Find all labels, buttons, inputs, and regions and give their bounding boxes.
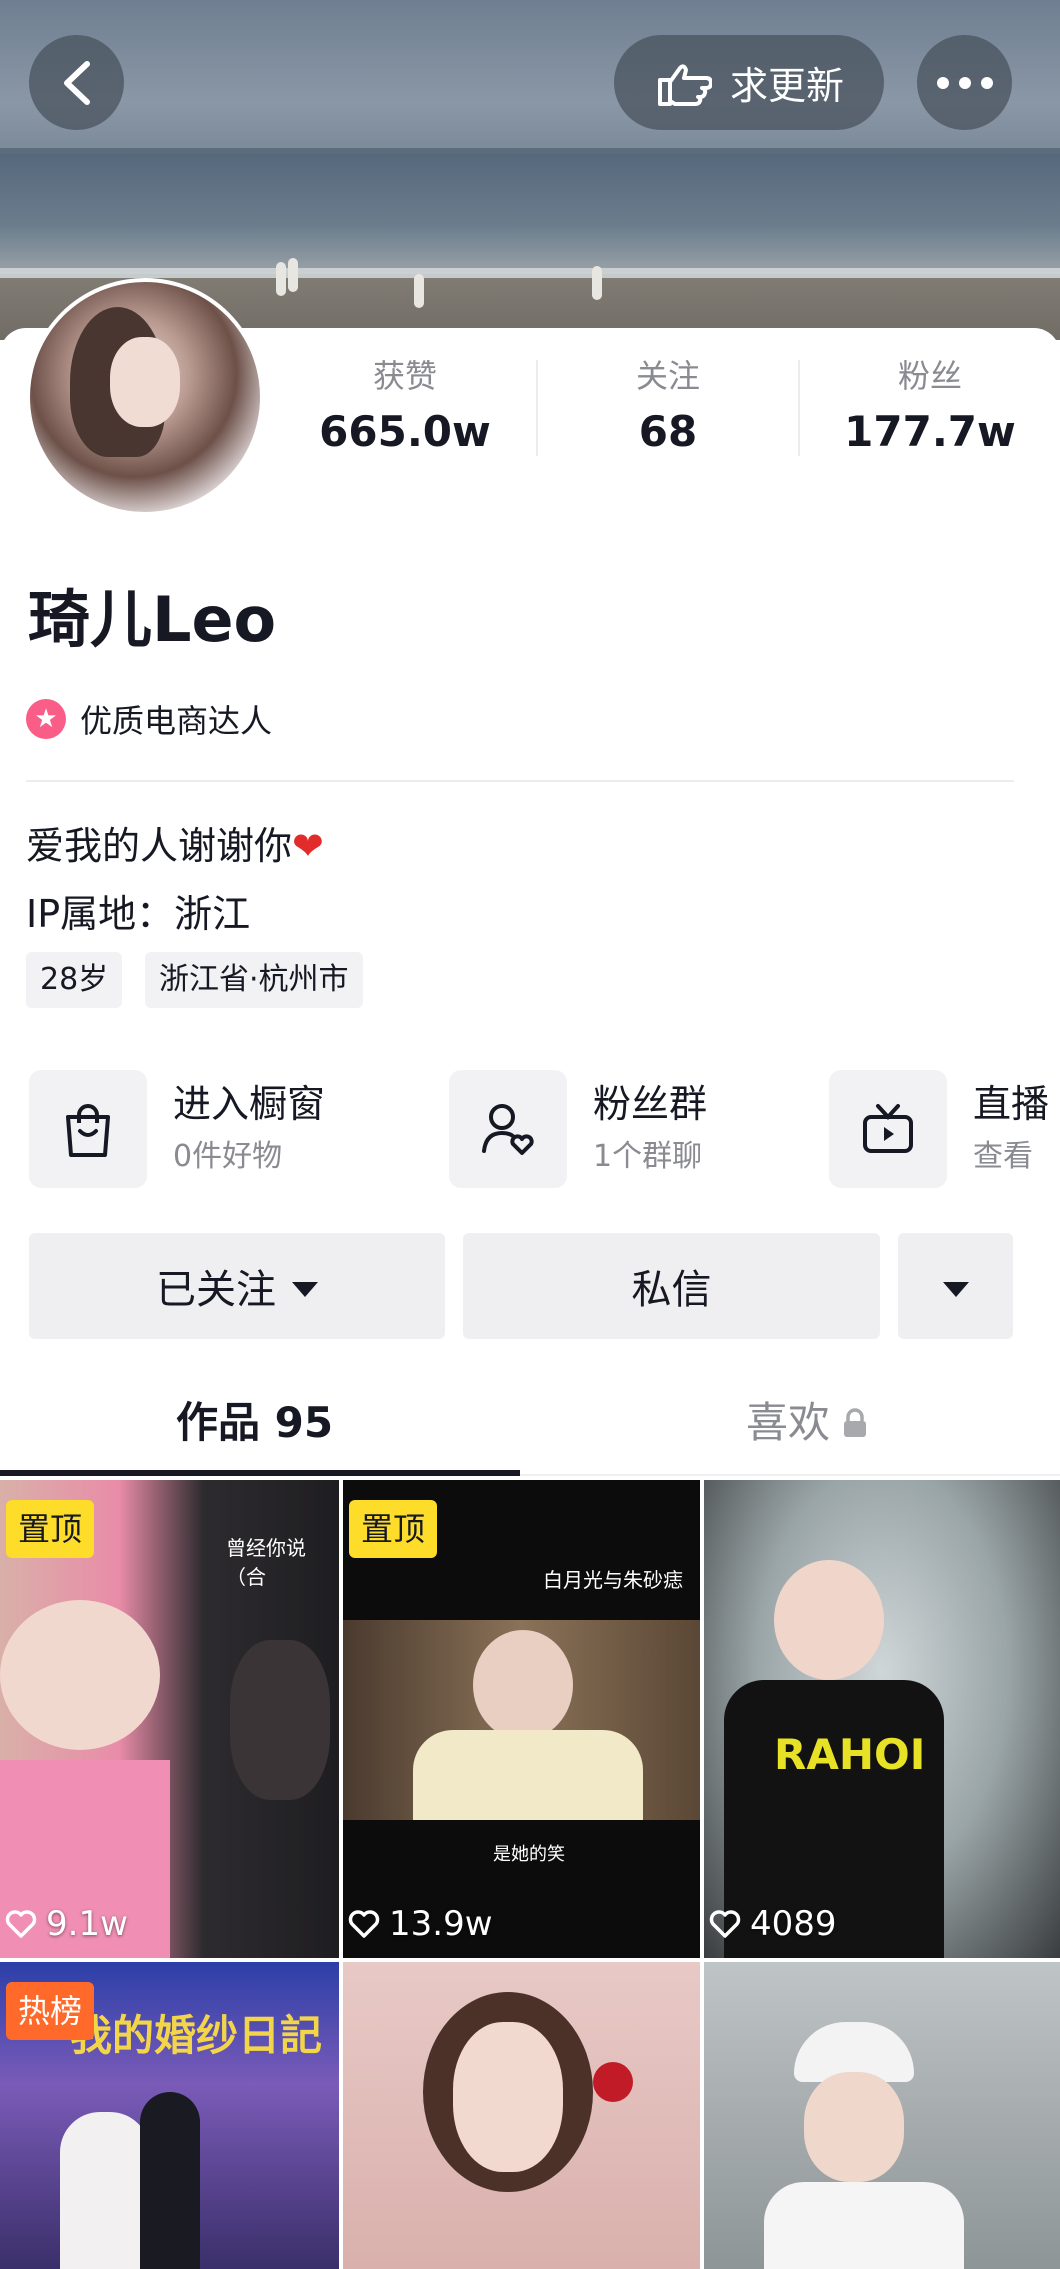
like-count-value: 13.9w (389, 1904, 493, 1944)
caret-down-icon (942, 1281, 969, 1297)
video-caption: 白月光与朱砂痣 (543, 1568, 683, 1592)
cover-figure (414, 274, 424, 308)
stat-label: 粉丝 (897, 357, 962, 395)
shopping-bag-icon (66, 1104, 110, 1157)
cover-figure (276, 262, 286, 296)
badge-star-icon (26, 699, 66, 739)
tab-indicator (0, 1470, 520, 1476)
like-count: 4089 (708, 1904, 837, 1944)
heart-outline-icon (5, 1910, 37, 1938)
pinned-badge: 置顶 (349, 1500, 438, 1558)
heart-outline-icon (709, 1910, 741, 1938)
section-divider (26, 780, 1014, 782)
entry-title: 粉丝群 (593, 1082, 708, 1126)
video-thumbnail[interactable]: RAHOI 4089 (704, 1480, 1060, 1958)
entry-subtitle: 0件好物 (173, 1139, 283, 1174)
fan-group-icon (482, 1104, 534, 1155)
cover-sea (0, 154, 1060, 274)
cover-figure (288, 258, 298, 292)
stat-value: 665.0w (319, 407, 491, 456)
badge-label: 优质电商达人 (80, 702, 273, 740)
tv-icon (863, 1104, 913, 1153)
video-thumbnail[interactable]: 白月光与朱砂痣 是她的笑 置顶 13.9w (343, 1480, 700, 1958)
video-caption: 我的婚纱日記 (70, 2011, 323, 2060)
cover-figure (592, 266, 602, 300)
cover-surf (0, 268, 1060, 278)
avatar[interactable] (26, 278, 264, 516)
stat-likes[interactable]: 获赞 665.0w (290, 356, 520, 462)
lock-icon (844, 1408, 867, 1437)
like-count: 13.9w (347, 1904, 493, 1944)
back-button[interactable] (29, 35, 124, 130)
message-label: 私信 (631, 1267, 712, 1313)
ip-location: IP属地：浙江 (26, 892, 251, 936)
more-button[interactable] (917, 35, 1012, 130)
entry-icon-box (829, 1070, 947, 1188)
like-count: 9.1w (4, 1904, 128, 1944)
request-update-label: 求更新 (729, 64, 844, 108)
caret-down-icon (292, 1281, 318, 1297)
stat-label: 获赞 (372, 357, 437, 395)
request-update-button[interactable]: 求更新 (614, 35, 884, 130)
video-subcaption: 是她的笑 (493, 1844, 565, 1865)
expand-button[interactable] (898, 1233, 1013, 1339)
video-thumbnail[interactable] (704, 1962, 1060, 2269)
trending-badge: 热榜 (6, 1982, 95, 2040)
entry-title: 进入橱窗 (173, 1082, 326, 1126)
shop-window-entry[interactable]: 进入橱窗 0件好物 (29, 1070, 325, 1188)
tab-likes[interactable]: 喜欢 (746, 1388, 868, 1458)
heart-outline-icon (348, 1910, 380, 1938)
stat-label: 关注 (635, 357, 700, 395)
live-entry[interactable]: 直播 查看 (829, 1070, 1049, 1188)
fan-group-entry[interactable]: 粉丝群 1个群聊 (449, 1070, 707, 1188)
stat-divider (536, 360, 538, 456)
entry-icon-box (29, 1070, 147, 1188)
video-thumbnail[interactable]: 我的婚纱日記 热榜 (0, 1962, 339, 2269)
entry-subtitle: 查看 (973, 1139, 1033, 1174)
tab-works[interactable]: 作品 95 (176, 1388, 333, 1458)
stat-value: 177.7w (844, 407, 1016, 456)
video-thumbnail[interactable]: 曾经你说（合 置顶 9.1w (0, 1480, 339, 1958)
pinned-badge: 置顶 (6, 1500, 95, 1558)
bio-text: 爱我的人谢谢你 (26, 824, 293, 868)
heart-icon: ❤ (292, 824, 324, 868)
ellipsis-icon (936, 76, 993, 89)
entry-subtitle: 1个群聊 (593, 1139, 703, 1174)
age-tag: 28岁 (26, 952, 123, 1008)
stat-value: 68 (638, 407, 698, 456)
shirt-print: RAHOI (774, 1730, 926, 1779)
location-tag: 浙江省·杭州市 (145, 952, 363, 1008)
followed-button[interactable]: 已关注 (29, 1233, 445, 1339)
followed-label: 已关注 (156, 1267, 276, 1313)
message-button[interactable]: 私信 (463, 1233, 880, 1339)
stat-followers[interactable]: 粉丝 177.7w (815, 356, 1045, 462)
chevron-left-icon (63, 60, 90, 105)
entry-title: 直播 (973, 1082, 1050, 1126)
bio: 爱我的人谢谢你❤ (26, 820, 324, 872)
pointing-hand-icon (657, 63, 712, 106)
video-caption: 曾经你说（合 (226, 1536, 306, 1589)
entry-icon-box (449, 1070, 567, 1188)
stat-divider (798, 360, 800, 456)
like-count-value: 9.1w (46, 1904, 128, 1944)
profile-name: 琦儿Leo (28, 583, 277, 656)
merchant-badge[interactable]: 优质电商达人 (26, 696, 272, 742)
video-thumbnail[interactable] (343, 1962, 700, 2269)
stat-following[interactable]: 关注 68 (553, 356, 783, 462)
avatar-image (30, 282, 260, 512)
tab-likes-label: 喜欢 (746, 1398, 831, 1447)
like-count-value: 4089 (750, 1904, 837, 1944)
